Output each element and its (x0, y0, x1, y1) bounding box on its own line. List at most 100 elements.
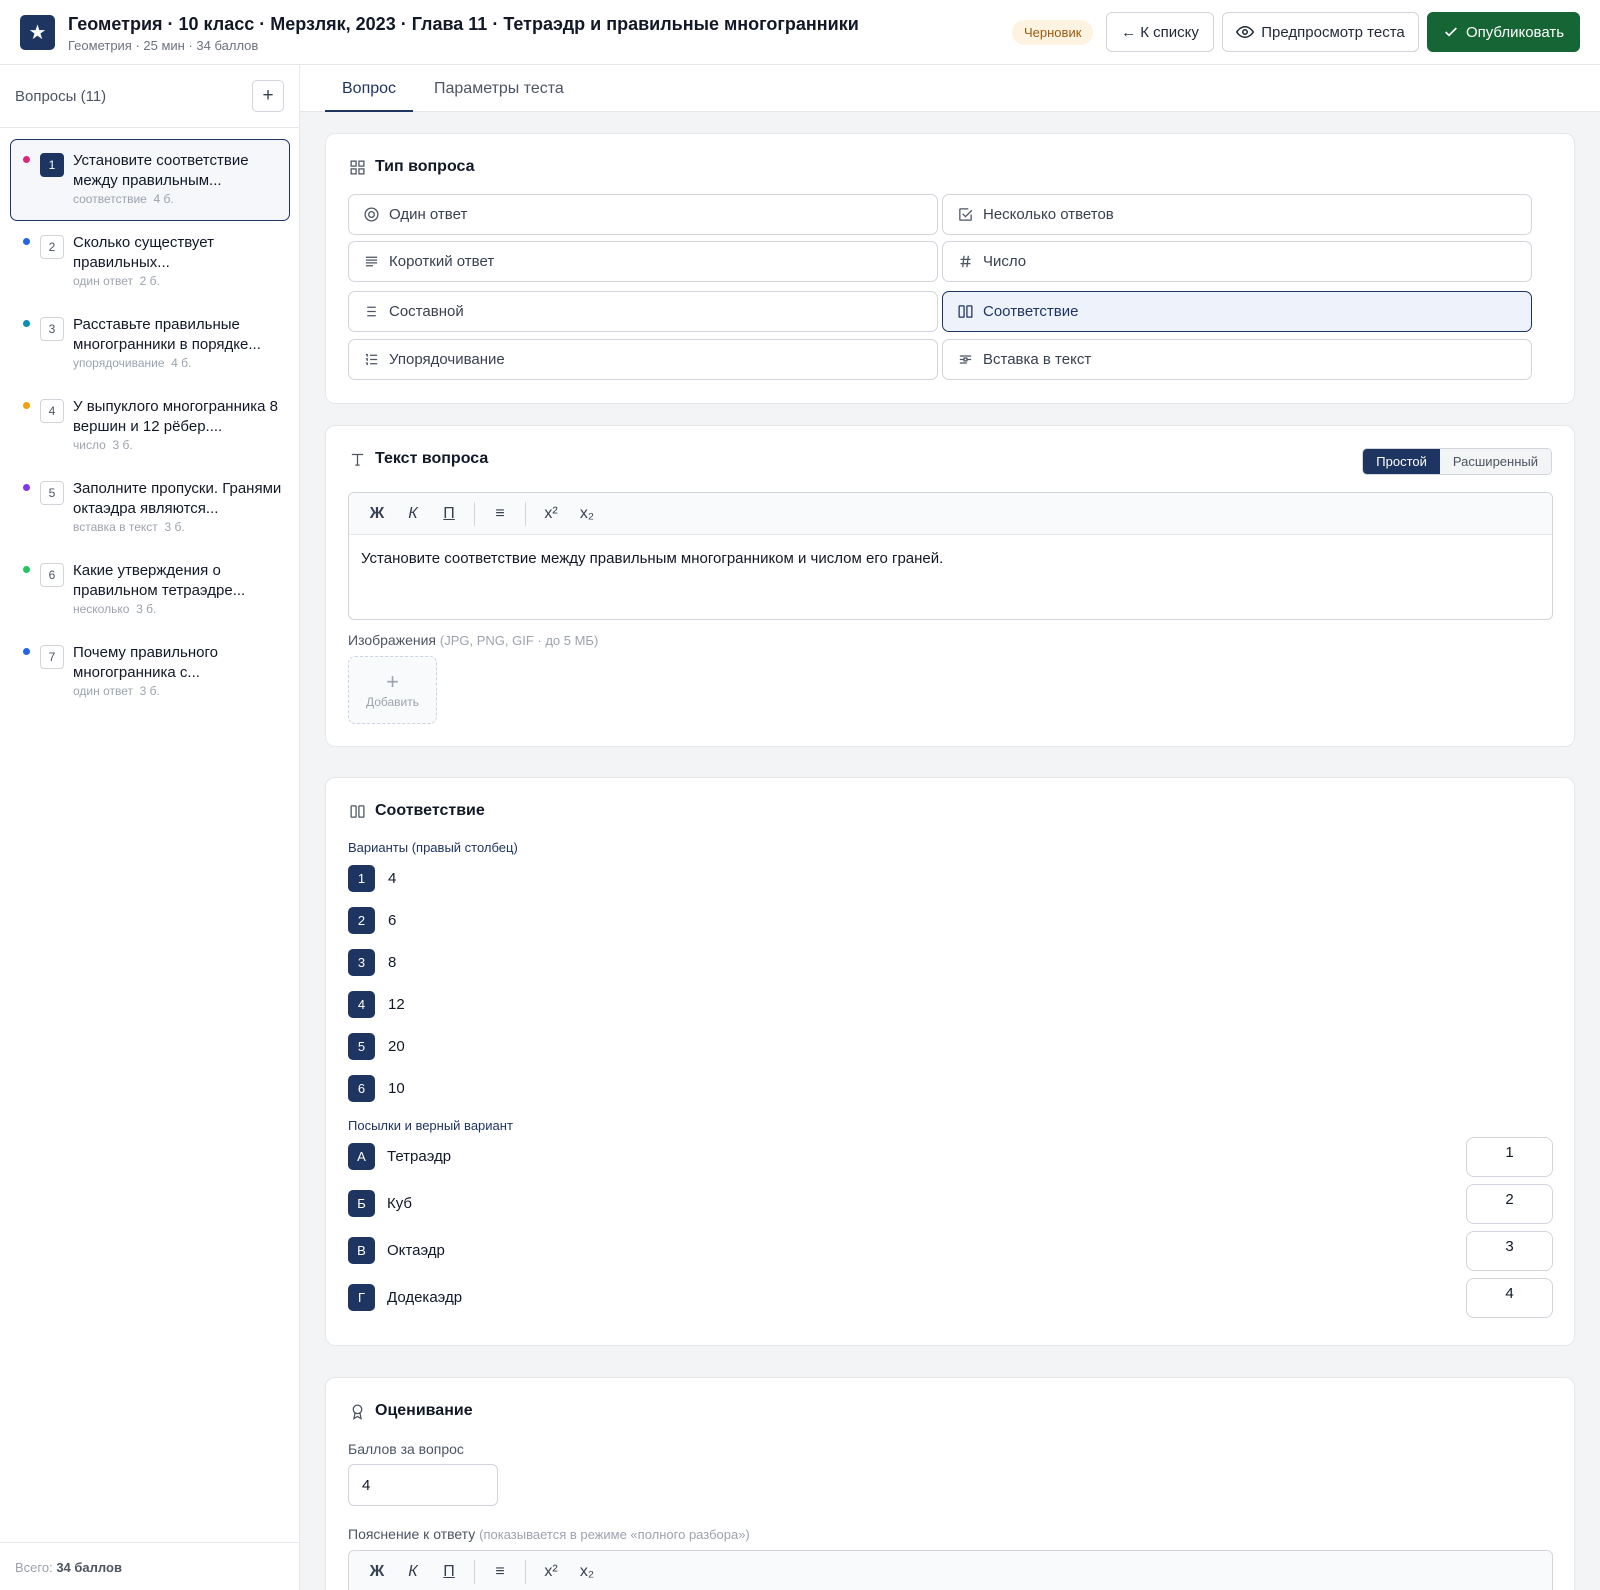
explanation-editor: Ж К П ≡ x² x₂ (348, 1550, 1553, 1590)
option-value[interactable]: 6 (388, 912, 396, 929)
editor-toolbar: Ж К П ≡ x² x₂ (349, 493, 1552, 535)
option-value[interactable]: 10 (388, 1080, 405, 1097)
premise-answer-input[interactable]: 1 (1466, 1137, 1553, 1177)
premise-answer-input[interactable]: 3 (1466, 1231, 1553, 1271)
question-type-option[interactable]: Короткий ответ (348, 241, 938, 282)
matching-premise-row: А Тетраэдр 1 (348, 1137, 1553, 1177)
sidebar-question-item[interactable]: 4 У выпуклого многогранника 8 вершин и 12… (10, 385, 290, 467)
back-to-list-button[interactable]: ← К списку (1106, 12, 1214, 52)
sidebar-question-item[interactable]: 3 Расставьте правильные многогранники в п… (10, 303, 290, 385)
question-preview-text: У выпуклого многогранника 8 вершин и 12 … (73, 398, 278, 435)
sidebar-question-item[interactable]: 5 Заполните пропуски. Гранями октаэдра яв… (10, 467, 290, 549)
images-label: Изображения (JPG, PNG, GIF · до 5 МБ) (348, 632, 599, 648)
lines-icon (365, 256, 378, 267)
subscript-button[interactable]: x₂ (569, 499, 605, 529)
preview-test-button[interactable]: Предпросмотр теста (1222, 12, 1419, 52)
toolbar-divider (474, 1559, 475, 1584)
matching-option-row: 26 (348, 907, 396, 934)
premise-answer-input[interactable]: 2 (1466, 1184, 1553, 1224)
option-value[interactable]: 20 (388, 1038, 405, 1055)
question-type-option[interactable]: Несколько ответов (942, 194, 1532, 235)
option-value[interactable]: 12 (388, 996, 405, 1013)
question-type-option[interactable]: Вставка в текст (942, 339, 1532, 380)
text-insert-icon (959, 355, 972, 364)
checkbox-icon (959, 208, 973, 221)
sidebar-question-item[interactable]: 7 Почему правильного многогранника с... од… (10, 631, 290, 713)
premise-name[interactable]: Додекаэдр (387, 1289, 462, 1306)
sidebar-question-item[interactable]: 6 Какие утверждения о правильном тетраэдр… (10, 549, 290, 631)
question-type-label: Один ответ (389, 206, 468, 223)
back-button-label: ← К списку (1121, 23, 1199, 41)
italic-button[interactable]: К (395, 1557, 431, 1587)
premise-name[interactable]: Октаэдр (387, 1242, 445, 1259)
underline-button[interactable]: П (431, 499, 467, 529)
preview-button-label: Предпросмотр теста (1261, 23, 1405, 41)
mode-simple-button[interactable]: Простой (1363, 449, 1440, 474)
question-number: 5 (40, 481, 64, 505)
plus-icon: + (386, 669, 399, 694)
publish-button-label: Опубликовать (1465, 23, 1565, 41)
question-type-option[interactable]: Соответствие (942, 291, 1532, 332)
subscript-button[interactable]: x₂ (569, 1557, 605, 1587)
question-text-input[interactable]: Установите соответствие между правильным… (349, 535, 1552, 582)
premise-answer-input[interactable]: 4 (1466, 1278, 1553, 1318)
question-type-option[interactable]: Один ответ (348, 194, 938, 235)
option-value[interactable]: 4 (388, 870, 396, 887)
hash-icon (960, 255, 971, 268)
toolbar-divider (525, 501, 526, 526)
matching-card: Соответствие Варианты (правый столбец) 1… (325, 777, 1575, 1346)
question-preview-text: Почему правильного многогранника с... (73, 644, 218, 681)
superscript-button[interactable]: x² (533, 499, 569, 529)
premise-name[interactable]: Тетраэдр (387, 1148, 451, 1165)
question-color-dot (23, 648, 30, 655)
question-text-card: Текст вопроса Простой Расширенный Ж К П … (325, 425, 1575, 747)
question-type-label: Короткий ответ (389, 253, 495, 270)
tab-question[interactable]: Вопрос (325, 65, 414, 112)
question-preview-text: Сколько существует правильных... (73, 234, 214, 271)
question-meta: несколько 3 б. (73, 602, 157, 616)
superscript-button[interactable]: x² (533, 1557, 569, 1587)
question-color-dot (23, 238, 30, 245)
italic-button[interactable]: К (395, 499, 431, 529)
mode-advanced-button[interactable]: Расширенный (1439, 449, 1551, 474)
text-icon (351, 453, 364, 466)
matching-option-row: 5 20 (348, 1033, 405, 1060)
list-button[interactable]: ≡ (482, 1557, 518, 1587)
tab-test-settings[interactable]: Параметры теста (417, 65, 581, 112)
editor-toolbar: Ж К П ≡ x² x₂ (349, 1551, 1552, 1590)
points-input[interactable]: 4 (348, 1464, 498, 1506)
question-type-option[interactable]: Составной (348, 291, 938, 332)
sidebar-question-item[interactable]: 1 Установите соответствие между правильны… (10, 139, 290, 221)
question-meta: один ответ 3 б. (73, 684, 160, 698)
option-value[interactable]: 8 (388, 954, 396, 971)
question-type-option[interactable]: Упорядочивание (348, 339, 938, 380)
publish-button[interactable]: Опубликовать (1427, 12, 1580, 52)
premise-letter-badge: А (348, 1143, 375, 1170)
question-meta: один ответ 2 б. (73, 274, 160, 288)
question-type-option[interactable]: Число (942, 241, 1532, 282)
add-image-button[interactable]: + Добавить (348, 656, 437, 724)
question-type-title: Тип вопроса (349, 158, 475, 176)
grid-icon (350, 159, 365, 175)
question-number: 7 (40, 645, 64, 669)
bold-button[interactable]: Ж (359, 1557, 395, 1587)
question-text-title: Текст вопроса (349, 450, 488, 468)
premise-letter-badge: Б (348, 1190, 375, 1217)
premise-name[interactable]: Куб (387, 1195, 412, 1212)
grading-card: Оценивание Баллов за вопрос 4 Пояснение … (325, 1377, 1575, 1590)
option-number-badge: 6 (348, 1075, 375, 1102)
sidebar-question-item[interactable]: 2 Сколько существует правильных... один от… (10, 221, 290, 303)
premise-letter-badge: В (348, 1237, 375, 1264)
underline-button[interactable]: П (431, 1557, 467, 1587)
question-color-dot (23, 156, 30, 163)
question-number: 1 (40, 153, 64, 177)
status-badge: Черновик (1012, 20, 1094, 45)
matching-premise-row: Б Куб 2 (348, 1184, 1553, 1224)
bold-button[interactable]: Ж (359, 499, 395, 529)
add-question-button[interactable]: + (252, 80, 284, 112)
toolbar-divider (525, 1559, 526, 1584)
question-text-editor: Ж К П ≡ x² x₂ Установите соответствие ме… (348, 492, 1553, 620)
radio-icon (364, 207, 379, 222)
option-number-badge: 1 (348, 865, 375, 892)
list-button[interactable]: ≡ (482, 499, 518, 529)
